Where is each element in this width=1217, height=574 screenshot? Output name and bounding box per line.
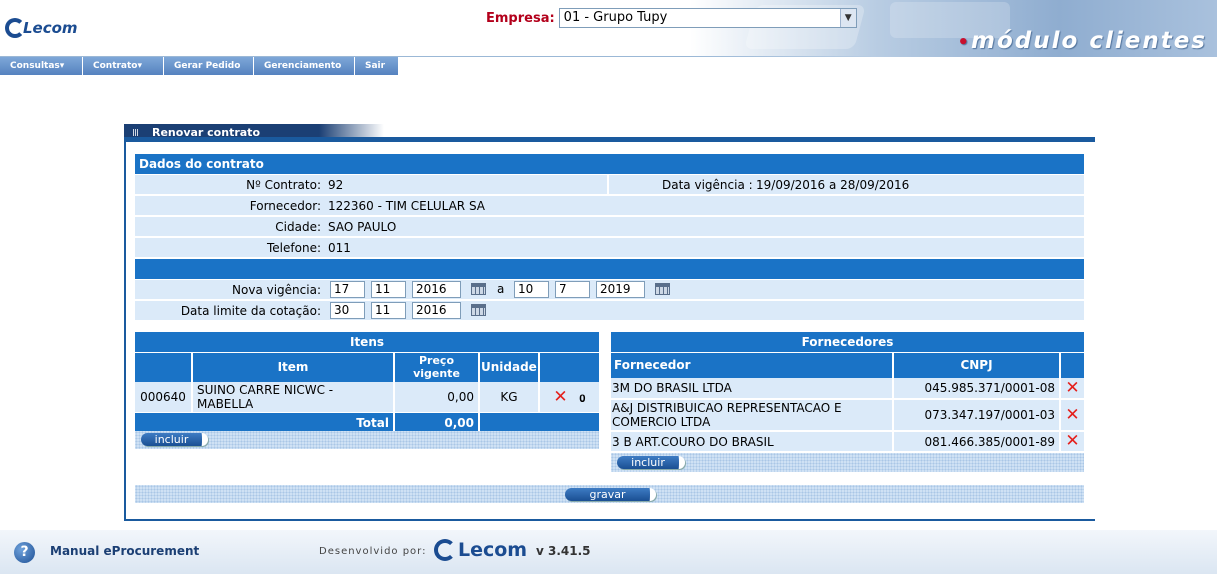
lecom-logo-icon	[434, 539, 456, 561]
dev-label: Desenvolvido por:	[319, 546, 427, 557]
calendar-icon[interactable]	[471, 283, 486, 295]
main-menu: Consultas▾ Contrato▾ Gerar Pedido Gerenc…	[0, 57, 399, 75]
lecom-logo-icon	[5, 18, 25, 38]
nova-fim-mes-input[interactable]: 7	[555, 281, 590, 298]
close-icon[interactable]: ✕	[1065, 378, 1079, 398]
contrato-value: 92	[328, 178, 344, 192]
cidade-row: Cidade: SAO PAULO	[135, 217, 1084, 237]
close-icon[interactable]: ✕	[1065, 405, 1079, 425]
chevron-down-icon[interactable]: ▼	[839, 9, 856, 27]
total-row: Total 0,00	[135, 412, 599, 433]
incluir-item-button[interactable]: incluir	[141, 433, 208, 446]
menu-sair[interactable]: Sair	[355, 57, 399, 75]
data-limite-row: Data limite da cotação: 30 11 2016	[135, 301, 1084, 321]
telefone-value: 011	[328, 241, 351, 255]
grip-icon	[133, 129, 139, 136]
panel-bottom-border	[124, 519, 1095, 521]
lecom-logo: Lecom	[5, 18, 78, 38]
table-row: 3 B ART.COURO DO BRASIL 081.466.385/0001…	[611, 431, 1084, 451]
menu-gerenciamento[interactable]: Gerenciamento	[254, 57, 355, 75]
table-row: 3M DO BRASIL LTDA 045.985.371/0001-08 ✕	[611, 378, 1084, 400]
lecom-footer-logo: Lecom	[434, 539, 527, 561]
footer: ? Manual eProcurement Desenvolvido por: …	[0, 530, 1217, 574]
nova-fim-ano-input[interactable]: 2019	[596, 281, 645, 298]
cidade-value: SAO PAULO	[328, 220, 397, 234]
limite-ano-input[interactable]: 2016	[412, 302, 461, 319]
cnpj-header: CNPJ	[893, 351, 1061, 378]
vigencia-value: 19/09/2016 a 28/09/2016	[756, 178, 910, 192]
nova-inicio-mes-input[interactable]: 11	[371, 281, 406, 298]
total-value: 0,00	[394, 412, 480, 433]
nova-inicio-ano-input[interactable]: 2016	[412, 281, 461, 298]
fornecedor-value: 122360 - TIM CELULAR SA	[328, 199, 486, 213]
fornecedor-header: Fornecedor	[611, 351, 894, 378]
menu-consultas[interactable]: Consultas▾	[0, 57, 83, 75]
empresa-label: Empresa:	[486, 10, 555, 26]
item-header: Item	[192, 351, 395, 382]
limite-dia-input[interactable]: 30	[330, 302, 365, 319]
nova-fim-dia-input[interactable]: 10	[514, 281, 549, 298]
calendar-icon[interactable]	[655, 283, 670, 295]
menu-contrato[interactable]: Contrato▾	[83, 57, 164, 75]
panel-top-bar	[124, 137, 1095, 142]
help-icon[interactable]: ?	[14, 542, 35, 563]
table-row: A&J DISTRIBUICAO REPRESENTACAO E COMERCI…	[611, 399, 1084, 432]
fornecedor-row: Fornecedor: 122360 - TIM CELULAR SA	[135, 196, 1084, 216]
nova-inicio-dia-input[interactable]: 17	[330, 281, 365, 298]
codigo-header	[135, 351, 193, 382]
section-divider-bar	[135, 259, 1084, 279]
telefone-row: Telefone: 011	[135, 238, 1084, 258]
nova-vigencia-row: Nova vigência: 17 11 2016 a 10 7 2019	[135, 280, 1084, 300]
limite-mes-input[interactable]: 11	[371, 302, 406, 319]
empresa-select[interactable]: 01 - Grupo Tupy ▼	[558, 8, 857, 28]
close-icon[interactable]: ✕	[553, 387, 567, 407]
fornecedores-title: Fornecedores	[611, 332, 1084, 352]
version-label: v 3.41.5	[536, 544, 591, 558]
panel-left-border	[124, 142, 126, 520]
empresa-selector: Empresa: 01 - Grupo Tupy ▼	[486, 8, 857, 28]
contrato-row: Nº Contrato: 92 Data vigência : 19/09/20…	[135, 175, 1084, 195]
manual-link[interactable]: Manual eProcurement	[50, 544, 199, 558]
paperclip-icon[interactable]: 𝟎	[579, 392, 585, 405]
table-row: 000640 SUINO CARRE NICWC - MABELLA 0,00 …	[135, 382, 599, 413]
preco-header: Preço vigente	[394, 351, 480, 382]
module-title: •módulo clientes	[957, 28, 1207, 54]
itens-title: Itens	[135, 332, 599, 352]
fornecedores-table: Fornecedores Fornecedor CNPJ 3M DO BRASI…	[611, 332, 1084, 451]
menu-gerar-pedido[interactable]: Gerar Pedido	[164, 57, 254, 75]
incluir-fornecedor-button[interactable]: incluir	[617, 456, 685, 469]
calendar-icon[interactable]	[471, 304, 486, 316]
header: Lecom Empresa: 01 - Grupo Tupy ▼ •módulo…	[0, 0, 1217, 57]
unidade-header: Unidade	[479, 351, 540, 382]
close-icon[interactable]: ✕	[1065, 431, 1079, 451]
gravar-button[interactable]: gravar	[565, 488, 656, 501]
itens-table: Itens Item Preço vigente Unidade 000640 …	[135, 332, 599, 433]
section-title: Dados do contrato	[135, 154, 1084, 174]
acoes-header	[538, 351, 599, 382]
